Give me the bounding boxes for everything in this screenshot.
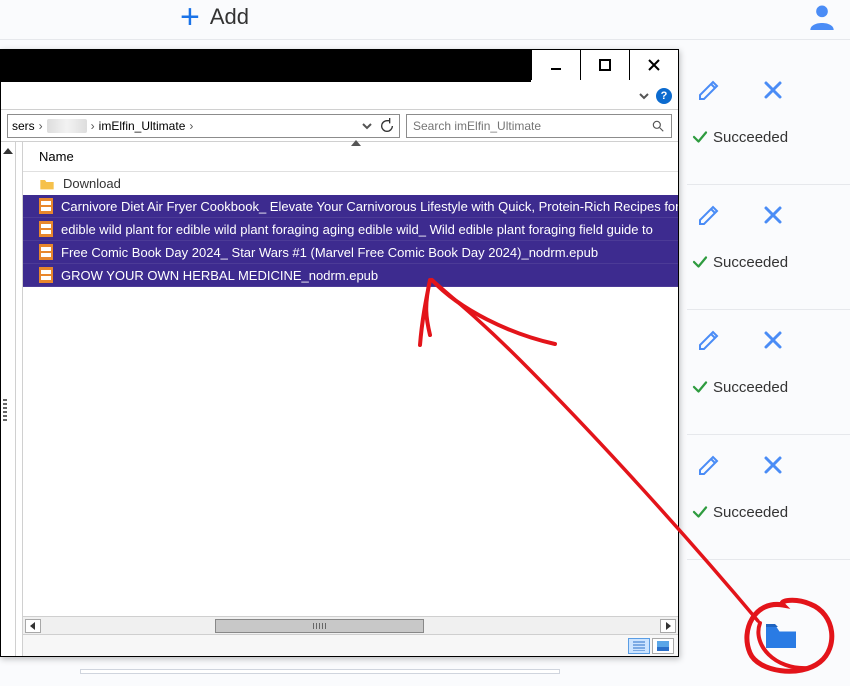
file-list[interactable]: Download Carnivore Diet Air Fryer Cookbo… bbox=[23, 172, 678, 616]
check-icon bbox=[691, 378, 709, 396]
add-button[interactable]: + Add bbox=[180, 0, 249, 34]
footer-divider bbox=[80, 669, 560, 674]
epub-icon bbox=[39, 221, 53, 237]
status-item: Succeeded bbox=[687, 435, 850, 560]
remove-icon[interactable] bbox=[761, 78, 785, 102]
remove-icon[interactable] bbox=[761, 328, 785, 352]
scroll-track[interactable] bbox=[43, 619, 658, 633]
file-explorer-window: ? sers › › imElfin_Ultimate › bbox=[0, 49, 679, 657]
folder-row[interactable]: Download bbox=[23, 172, 678, 195]
file-row[interactable]: Free Comic Book Day 2024_ Star Wars #1 (… bbox=[23, 241, 678, 264]
file-name: GROW YOUR OWN HERBAL MEDICINE_nodrm.epub bbox=[61, 268, 378, 283]
horizontal-scrollbar[interactable] bbox=[23, 616, 678, 634]
plus-icon: + bbox=[180, 0, 200, 34]
column-header-label: Name bbox=[39, 149, 74, 164]
file-name: Free Comic Book Day 2024_ Star Wars #1 (… bbox=[61, 245, 598, 260]
scroll-thumb[interactable] bbox=[215, 619, 424, 633]
explorer-statusbar bbox=[23, 634, 678, 656]
edit-icon[interactable] bbox=[697, 328, 721, 352]
search-box[interactable] bbox=[406, 114, 672, 138]
nav-pane-collapsed[interactable] bbox=[1, 142, 16, 656]
check-icon bbox=[691, 128, 709, 146]
folder-name: Download bbox=[63, 176, 121, 191]
sort-indicator-icon bbox=[351, 140, 361, 146]
status-label: Succeeded bbox=[713, 504, 788, 521]
history-chevron-icon[interactable] bbox=[361, 120, 373, 132]
scroll-left-button[interactable] bbox=[25, 619, 41, 633]
file-name: Carnivore Diet Air Fryer Cookbook_ Eleva… bbox=[61, 199, 678, 214]
status-item: Succeeded bbox=[687, 185, 850, 310]
app-toolbar: + Add bbox=[0, 0, 850, 40]
search-input[interactable] bbox=[413, 119, 651, 133]
minimize-button[interactable] bbox=[531, 50, 580, 80]
status-item: Succeeded bbox=[687, 60, 850, 185]
status-label: Succeeded bbox=[713, 379, 788, 396]
column-header-name[interactable]: Name bbox=[23, 142, 678, 172]
chevron-right-icon: › bbox=[91, 119, 95, 133]
status-item: Succeeded bbox=[687, 310, 850, 435]
remove-icon[interactable] bbox=[761, 203, 785, 227]
check-icon bbox=[691, 503, 709, 521]
splitter[interactable] bbox=[16, 142, 23, 656]
file-row[interactable]: Carnivore Diet Air Fryer Cookbook_ Eleva… bbox=[23, 195, 678, 218]
collapse-arrow-icon bbox=[3, 144, 13, 154]
maximize-button[interactable] bbox=[580, 50, 629, 80]
file-row[interactable]: edible wild plant for edible wild plant … bbox=[23, 218, 678, 241]
avatar-icon[interactable] bbox=[808, 2, 836, 30]
edit-icon[interactable] bbox=[697, 453, 721, 477]
splitter-grip-icon[interactable] bbox=[3, 399, 7, 421]
folder-icon bbox=[762, 621, 800, 651]
refresh-icon[interactable] bbox=[379, 118, 395, 134]
epub-icon bbox=[39, 267, 53, 283]
details-view-button[interactable] bbox=[628, 638, 650, 654]
address-bar[interactable]: sers › › imElfin_Ultimate › bbox=[7, 114, 400, 138]
breadcrumb-segment[interactable]: imElfin_Ultimate bbox=[99, 119, 186, 133]
remove-icon[interactable] bbox=[761, 453, 785, 477]
open-folder-button[interactable] bbox=[762, 621, 800, 651]
close-button[interactable] bbox=[629, 50, 678, 80]
explorer-body: Name Download Carnivore Diet Air Fryer C… bbox=[1, 142, 678, 656]
check-icon bbox=[691, 253, 709, 271]
status-label: Succeeded bbox=[713, 254, 788, 271]
chevron-right-icon: › bbox=[39, 119, 43, 133]
epub-icon bbox=[39, 244, 53, 260]
thumbnail-view-button[interactable] bbox=[652, 638, 674, 654]
file-name: edible wild plant for edible wild plant … bbox=[61, 222, 653, 237]
chevron-right-icon: › bbox=[189, 119, 193, 133]
file-area: Name Download Carnivore Diet Air Fryer C… bbox=[23, 142, 678, 656]
help-icon[interactable]: ? bbox=[656, 88, 672, 104]
breadcrumb-segment-blurred[interactable] bbox=[47, 119, 87, 133]
titlebar[interactable] bbox=[1, 50, 678, 82]
edit-icon[interactable] bbox=[697, 78, 721, 102]
epub-icon bbox=[39, 198, 53, 214]
edit-icon[interactable] bbox=[697, 203, 721, 227]
status-label: Succeeded bbox=[713, 129, 788, 146]
status-column: Succeeded Succeeded Succeeded bbox=[687, 60, 850, 560]
add-label: Add bbox=[210, 4, 249, 30]
chevron-down-icon[interactable] bbox=[638, 90, 650, 102]
folder-icon bbox=[39, 177, 55, 191]
search-icon bbox=[651, 119, 665, 133]
scroll-right-button[interactable] bbox=[660, 619, 676, 633]
address-row: sers › › imElfin_Ultimate › bbox=[1, 110, 678, 142]
ribbon-spacer: ? bbox=[1, 82, 678, 110]
breadcrumb-segment[interactable]: sers bbox=[12, 119, 35, 133]
file-row[interactable]: GROW YOUR OWN HERBAL MEDICINE_nodrm.epub bbox=[23, 264, 678, 287]
